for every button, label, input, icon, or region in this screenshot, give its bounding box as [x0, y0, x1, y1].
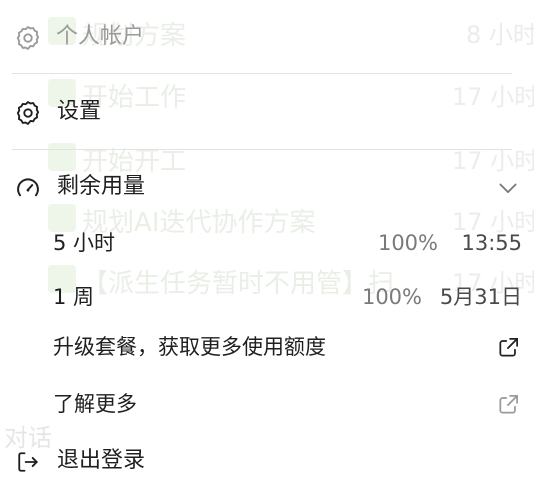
settings-label: 设置: [57, 99, 102, 124]
usage-toggle[interactable]: 剩余用量: [0, 164, 534, 210]
usage-period: 1 周: [53, 285, 95, 309]
logout-icon: [18, 452, 38, 472]
gear-icon: [16, 26, 40, 50]
account-menu: 个人帐户 设置 剩余用量 5 小时 100% 13:55 1 周 100% 5月…: [0, 0, 534, 488]
usage-percent: 100%: [361, 285, 422, 309]
chevron-down-icon: [499, 183, 517, 194]
usage-row-5h: 5 小时 100% 13:55: [0, 223, 534, 263]
account-label: 个人帐户: [56, 24, 145, 49]
upgrade-plan-link[interactable]: 升级套餐，获取更多使用额度: [0, 324, 534, 370]
logout-item[interactable]: 退出登录: [0, 438, 534, 484]
usage-row-1w: 1 周 100% 5月31日: [0, 277, 534, 317]
divider: [12, 149, 512, 150]
divider: [12, 73, 512, 74]
usage-reset-time: 13:55: [461, 231, 522, 255]
usage-reset-time: 5月31日: [439, 285, 522, 309]
account-item[interactable]: 个人帐户: [0, 14, 534, 60]
upgrade-label: 升级套餐，获取更多使用额度: [53, 335, 326, 359]
usage-period: 5 小时: [53, 231, 116, 255]
usage-percent: 100%: [377, 231, 438, 255]
learn-more-link[interactable]: 了解更多: [0, 381, 534, 427]
logout-label: 退出登录: [57, 448, 146, 473]
gear-icon: [16, 101, 40, 125]
external-link-icon: [499, 395, 518, 414]
settings-item[interactable]: 设置: [0, 89, 534, 135]
gauge-icon: [17, 178, 39, 197]
learn-more-label: 了解更多: [53, 392, 137, 416]
usage-label: 剩余用量: [57, 174, 146, 199]
external-link-icon: [499, 338, 518, 357]
